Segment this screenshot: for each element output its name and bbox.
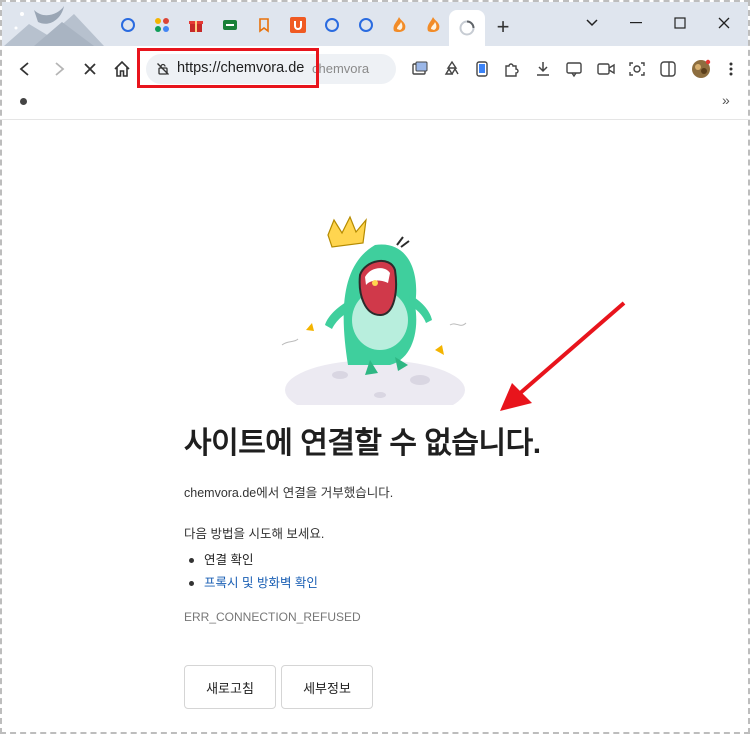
extension-recycle-button[interactable] xyxy=(437,54,467,84)
minimize-button[interactable] xyxy=(616,8,656,38)
bookmarks-overflow-button[interactable]: » xyxy=(722,92,730,108)
tab-strip: + xyxy=(2,2,748,48)
list-item: 프록시 및 방화벽 확인 xyxy=(184,573,318,596)
bookmark-dot-icon[interactable] xyxy=(20,98,27,105)
suggestion-list: 연결 확인 프록시 및 방화벽 확인 xyxy=(184,550,318,596)
stop-x-icon xyxy=(84,63,96,75)
suggestion-check-connection: 연결 확인 xyxy=(204,553,254,567)
tab-9[interactable] xyxy=(387,12,413,38)
reload-button[interactable]: 새로고침 xyxy=(184,665,276,709)
tab-6[interactable] xyxy=(285,12,311,38)
lens-button[interactable] xyxy=(622,54,652,84)
tab-1[interactable] xyxy=(115,12,141,38)
bullet-icon xyxy=(189,581,194,586)
phone-screen-icon xyxy=(476,61,488,77)
menu-button[interactable] xyxy=(716,54,746,84)
profile-button[interactable] xyxy=(686,54,716,84)
suggestion-proxy-firewall-link[interactable]: 프록시 및 방화벽 확인 xyxy=(204,576,318,590)
theme-mountain-art xyxy=(4,6,104,46)
lens-scan-icon xyxy=(629,62,645,76)
maximize-button[interactable] xyxy=(660,8,700,38)
bookmarks-bar: » xyxy=(2,92,748,120)
browser-toolbar: https://chemvora.de chemvora xyxy=(2,46,748,92)
bookmark-tag-icon xyxy=(259,18,269,33)
error-try-heading: 다음 방법을 시도해 보세요. xyxy=(184,527,325,541)
minimize-icon xyxy=(630,22,642,24)
bullet-icon xyxy=(189,558,194,563)
loading-spinner-icon xyxy=(459,20,475,36)
tab-search-button[interactable] xyxy=(572,8,612,38)
green-sheet-icon xyxy=(223,20,237,30)
tab-7[interactable] xyxy=(319,12,345,38)
video-camera-icon xyxy=(597,63,615,75)
puzzle-icon xyxy=(505,63,519,77)
gift-icon xyxy=(189,21,203,32)
tab-10[interactable] xyxy=(421,12,447,38)
image-gallery-icon xyxy=(412,61,428,75)
extensions-button[interactable] xyxy=(497,54,527,84)
extension-photo-button[interactable] xyxy=(405,54,435,84)
cast-button[interactable] xyxy=(559,54,589,84)
forward-button[interactable] xyxy=(44,54,74,84)
circle-blue-icon xyxy=(359,18,373,32)
downloads-button[interactable] xyxy=(528,54,558,84)
side-panel-icon xyxy=(660,61,676,77)
red-annotation-arrow xyxy=(500,301,626,411)
close-icon xyxy=(718,17,730,29)
tab-3[interactable] xyxy=(183,12,209,38)
tab-2[interactable] xyxy=(149,12,175,38)
side-panel-button[interactable] xyxy=(653,54,683,84)
orange-flame-icon xyxy=(427,17,440,33)
orange-flame-icon xyxy=(393,17,406,33)
profile-avatar xyxy=(692,59,711,78)
screen-share-icon xyxy=(566,62,582,78)
details-button[interactable]: 세부정보 xyxy=(281,665,373,709)
circle-blue-icon xyxy=(121,18,135,32)
u-orange-icon xyxy=(290,17,306,33)
more-vert-icon xyxy=(729,62,733,76)
address-autocomplete: chemvora xyxy=(312,61,370,76)
new-tab-button[interactable]: + xyxy=(490,14,516,40)
forward-arrow-icon xyxy=(55,62,65,76)
error-code: ERR_CONNECTION_REFUSED xyxy=(184,610,361,624)
chevron-down-icon xyxy=(586,19,598,27)
video-button[interactable] xyxy=(591,54,621,84)
tab-4[interactable] xyxy=(217,12,243,38)
extension-phone-button[interactable] xyxy=(467,54,497,84)
error-title: 사이트에 연결할 수 없습니다. xyxy=(184,427,541,460)
apps-grid-icon xyxy=(155,18,169,32)
back-arrow-icon xyxy=(19,62,29,76)
download-icon xyxy=(537,62,549,76)
address-highlight-box xyxy=(137,48,319,88)
back-button[interactable] xyxy=(10,54,40,84)
tab-active[interactable] xyxy=(449,10,485,48)
error-dino-illustration xyxy=(281,215,467,405)
maximize-icon xyxy=(674,17,686,29)
tab-5[interactable] xyxy=(251,12,277,38)
list-item: 연결 확인 xyxy=(184,550,318,573)
circle-blue-icon xyxy=(325,18,339,32)
tab-8[interactable] xyxy=(353,12,379,38)
home-button[interactable] xyxy=(107,54,137,84)
home-icon xyxy=(114,60,130,77)
error-description: chemvora.de에서 연결을 거부했습니다. xyxy=(184,486,394,500)
stop-button[interactable] xyxy=(75,54,105,84)
close-window-button[interactable] xyxy=(704,8,744,38)
recycle-icon xyxy=(444,60,459,75)
